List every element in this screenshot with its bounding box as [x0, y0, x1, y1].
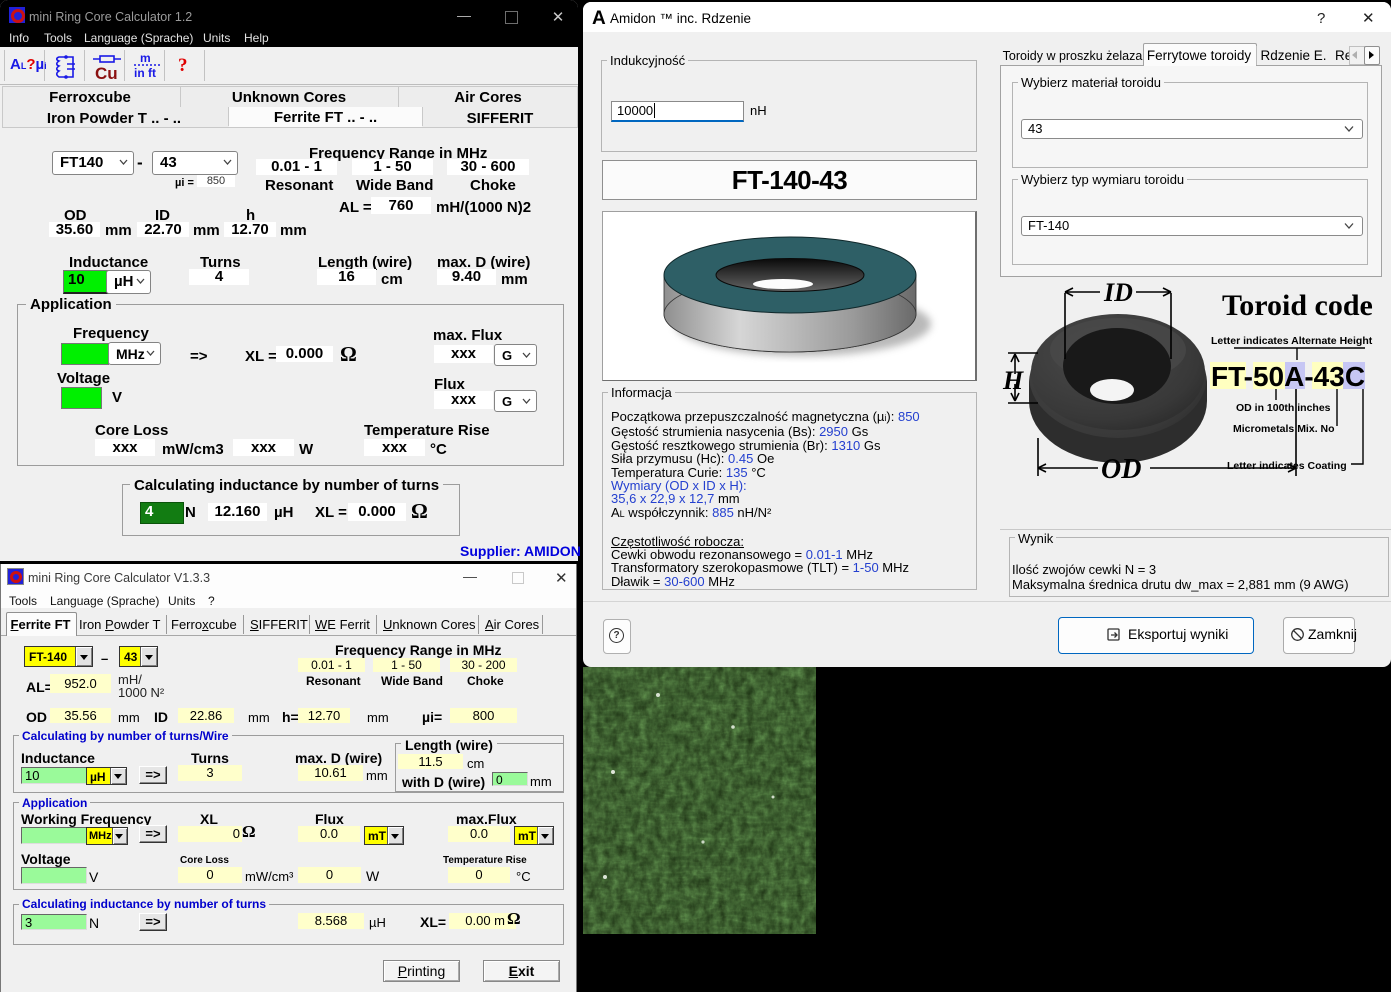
- svg-text:Letter indicates Coating: Letter indicates Coating: [1227, 460, 1347, 472]
- svg-text:OD: OD: [1101, 454, 1141, 485]
- svg-text:m: m: [140, 51, 151, 65]
- svg-text:OD in 100th inches: OD in 100th inches: [1236, 402, 1331, 414]
- svg-text:Letter indicates Alternate Hei: Letter indicates Alternate Height: [1211, 335, 1373, 347]
- svg-text:H: H: [1002, 366, 1024, 395]
- svg-text:in ft: in ft: [134, 66, 156, 80]
- svg-text:Micrometals Mix. No: Micrometals Mix. No: [1233, 423, 1335, 435]
- svg-text:FT-50A-43C: FT-50A-43C: [1211, 361, 1365, 392]
- svg-text:Toroid code: Toroid code: [1222, 289, 1373, 322]
- svg-text:Cu: Cu: [95, 64, 118, 82]
- svg-text:ID: ID: [1103, 278, 1133, 307]
